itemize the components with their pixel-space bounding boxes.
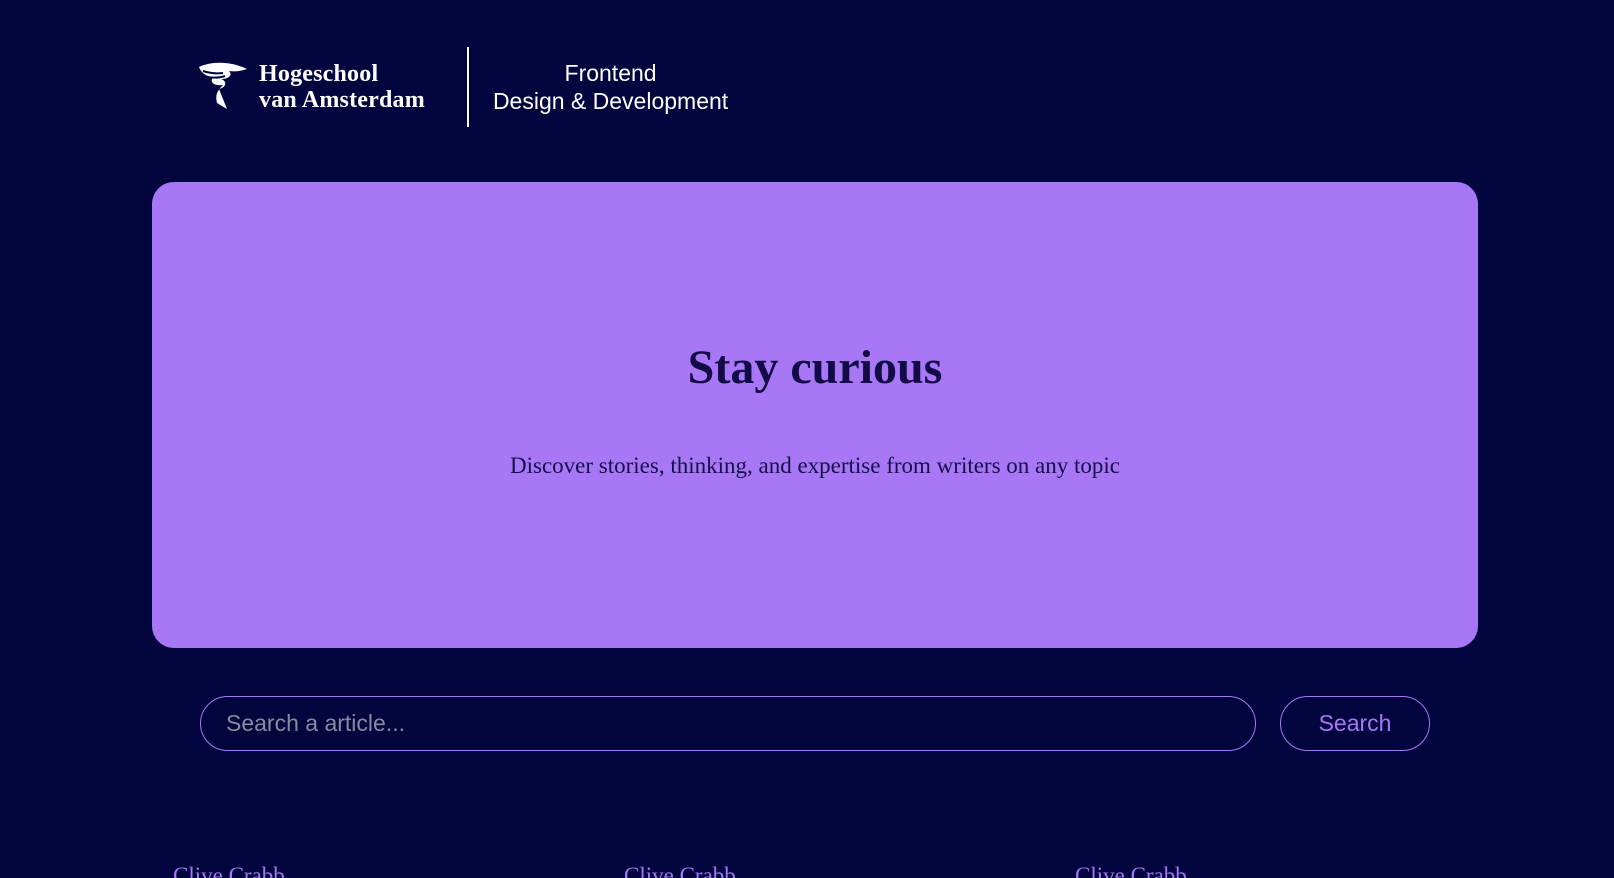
hero-title: Stay curious — [687, 341, 943, 394]
hva-logo[interactable]: Hogeschool van Amsterdam — [195, 47, 425, 127]
hero-subtitle: Discover stories, thinking, and expertis… — [510, 453, 1120, 478]
logo-line-2: van Amsterdam — [259, 87, 425, 113]
logo-wordmark: Hogeschool van Amsterdam — [259, 61, 425, 113]
article-author-link[interactable]: Clive Crabb — [173, 862, 285, 878]
course-line-2: Design & Development — [492, 88, 729, 114]
hero-banner: Stay curious Discover stories, thinking,… — [152, 182, 1478, 648]
logo-line-1: Hogeschool — [259, 61, 379, 87]
article-author-link[interactable]: Clive Crabb — [1075, 862, 1187, 878]
course-title: Frontend Design & Development — [493, 59, 728, 115]
site-header: Hogeschool van Amsterdam Frontend Design… — [195, 47, 728, 127]
search-input[interactable] — [200, 696, 1256, 751]
header-divider — [466, 47, 469, 127]
article-author-link[interactable]: Clive Crabb — [624, 862, 736, 878]
search-button[interactable]: Search — [1280, 696, 1430, 751]
course-line-1: Frontend — [564, 60, 657, 86]
hva-logo-icon — [199, 62, 247, 109]
